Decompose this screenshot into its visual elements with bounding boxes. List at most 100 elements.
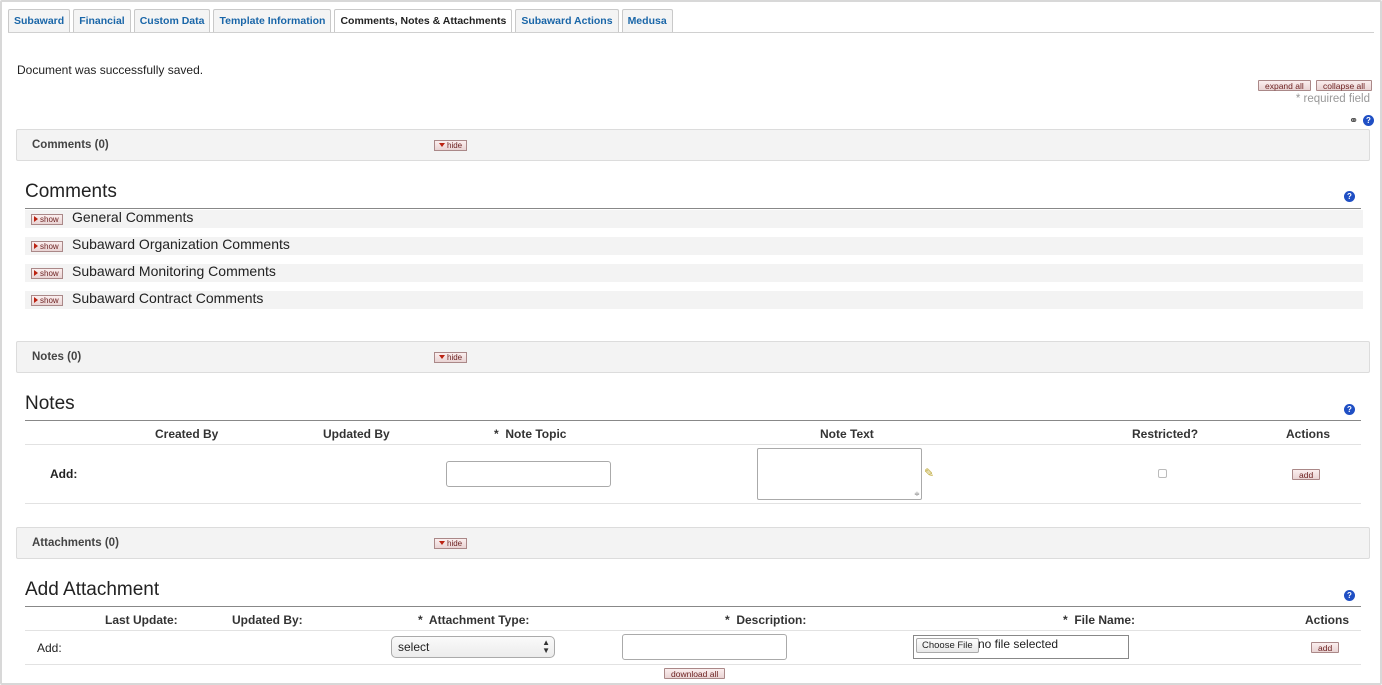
subsection-title: General Comments: [72, 209, 194, 225]
comments-hide-label: hide: [447, 141, 463, 150]
comments-hide-button[interactable]: hide: [434, 140, 468, 151]
notes-title: Notes: [25, 393, 75, 414]
expand-all-button[interactable]: expand all: [1258, 80, 1311, 91]
triangle-right-icon: [34, 216, 38, 222]
col-last-update: Last Update:: [105, 613, 178, 627]
no-file-selected-text: no file selected: [978, 637, 1059, 651]
show-organization-comments-button[interactable]: show: [31, 241, 63, 252]
notes-header-rule: [25, 444, 1361, 445]
attachments-header-rule: [25, 630, 1361, 631]
attachments-hide-button[interactable]: hide: [434, 538, 468, 549]
required-mark: *: [418, 613, 423, 627]
required-mark: *: [1063, 613, 1068, 627]
comment-subsection-general: show General Comments: [25, 209, 1363, 228]
help-icon[interactable]: ?: [1344, 404, 1355, 415]
tab-divider: [8, 32, 1374, 33]
help-icon[interactable]: ?: [1363, 115, 1374, 126]
notes-hide-button[interactable]: hide: [434, 352, 468, 363]
notes-title-rule: [25, 420, 1361, 421]
file-name-label: File Name:: [1074, 613, 1136, 627]
tab-subaward[interactable]: Subaward: [8, 9, 71, 32]
attachments-section-bar: Attachments (0) hide: [16, 527, 1370, 559]
collapse-all-button[interactable]: collapse all: [1316, 80, 1373, 91]
notes-hide-label: hide: [447, 353, 463, 362]
notes-add-label: Add:: [50, 467, 78, 481]
tab-bar: Subaward Financial Custom Data Template …: [8, 9, 673, 33]
restricted-checkbox[interactable]: [1158, 469, 1167, 478]
triangle-down-icon: [439, 143, 445, 147]
comment-subsection-contract: show Subaward Contract Comments: [25, 290, 1363, 309]
expand-textarea-icon[interactable]: ✎: [924, 466, 934, 480]
show-monitoring-comments-button[interactable]: show: [31, 268, 63, 279]
link-icon[interactable]: ⚭: [1349, 114, 1358, 127]
show-general-comments-button[interactable]: show: [31, 214, 63, 225]
help-icon[interactable]: ?: [1344, 191, 1355, 202]
col-actions: Actions: [1305, 613, 1350, 627]
col-actions: Actions: [1286, 427, 1331, 441]
triangle-right-icon: [34, 270, 38, 276]
comment-subsection-monitoring: show Subaward Monitoring Comments: [25, 263, 1363, 282]
description-input[interactable]: [622, 634, 787, 660]
attachments-section-label: Attachments (0): [32, 537, 119, 549]
triangle-right-icon: [34, 243, 38, 249]
tab-subaward-actions[interactable]: Subaward Actions: [515, 9, 619, 32]
col-created-by: Created By: [155, 427, 219, 441]
col-file-name: * File Name:: [1063, 613, 1135, 627]
help-icon[interactable]: ?: [1344, 590, 1355, 601]
download-all-button[interactable]: download all: [664, 668, 726, 679]
attachment-type-select[interactable]: select ▲ ▼: [391, 636, 555, 658]
attachments-add-button[interactable]: add: [1311, 642, 1340, 653]
show-label: show: [40, 296, 59, 305]
col-restricted: Restricted?: [1132, 427, 1199, 441]
col-description: * Description:: [725, 613, 806, 627]
note-topic-label: Note Topic: [505, 427, 567, 441]
triangle-down-icon: [439, 355, 445, 359]
subsection-title: Subaward Contract Comments: [72, 290, 264, 306]
triangle-down-icon: [439, 541, 445, 545]
tab-custom-data[interactable]: Custom Data: [133, 9, 211, 32]
tab-financial[interactable]: Financial: [73, 9, 131, 32]
show-label: show: [40, 269, 59, 278]
description-label: Description:: [736, 613, 807, 627]
resize-grip-icon[interactable]: ≑: [914, 491, 920, 498]
note-text-textarea[interactable]: ≑: [757, 448, 922, 500]
col-note-text: Note Text: [820, 427, 874, 441]
show-contract-comments-button[interactable]: show: [31, 295, 63, 306]
col-updated-by: Updated By:: [232, 613, 303, 627]
notes-section-bar: Notes (0) hide: [16, 341, 1370, 373]
show-label: show: [40, 215, 59, 224]
attachment-type-label: Attachment Type:: [428, 613, 530, 627]
col-attachment-type: * Attachment Type:: [418, 613, 529, 627]
required-mark: *: [725, 613, 730, 627]
choose-file-button[interactable]: Choose File: [916, 638, 979, 653]
notes-row-rule: [25, 503, 1361, 504]
triangle-right-icon: [34, 297, 38, 303]
success-message: Document was successfully saved.: [17, 63, 204, 77]
file-name-input[interactable]: Choose File no file selected: [913, 635, 1129, 659]
subsection-title: Subaward Organization Comments: [72, 236, 290, 252]
note-topic-input[interactable]: [446, 461, 611, 487]
show-label: show: [40, 242, 59, 251]
comments-title: Comments: [25, 181, 117, 202]
comments-title-rule: [25, 208, 1361, 209]
comments-section-label: Comments (0): [32, 139, 109, 151]
page-frame: Subaward Financial Custom Data Template …: [0, 0, 1382, 685]
attachments-add-label: Add:: [37, 641, 62, 655]
notes-section-label: Notes (0): [32, 351, 82, 363]
required-mark: *: [494, 427, 499, 441]
attachments-row-rule: [25, 664, 1361, 665]
attachments-title-rule: [25, 606, 1361, 607]
notes-add-button[interactable]: add: [1292, 469, 1321, 480]
subsection-title: Subaward Monitoring Comments: [72, 263, 276, 279]
required-field-note: * required field: [1295, 93, 1370, 105]
col-note-topic: * Note Topic: [494, 427, 566, 441]
col-updated-by: Updated By: [323, 427, 390, 441]
tab-comments-notes-attachments[interactable]: Comments, Notes & Attachments: [334, 9, 513, 33]
comments-section-bar: Comments (0) hide: [16, 129, 1370, 161]
tab-medusa[interactable]: Medusa: [621, 9, 673, 32]
tab-template-information[interactable]: Template Information: [213, 9, 332, 32]
attachments-hide-label: hide: [447, 539, 463, 548]
comment-subsection-organization: show Subaward Organization Comments: [25, 236, 1363, 255]
attachments-title: Add Attachment: [25, 579, 160, 600]
attachment-type-value: select: [398, 640, 430, 654]
